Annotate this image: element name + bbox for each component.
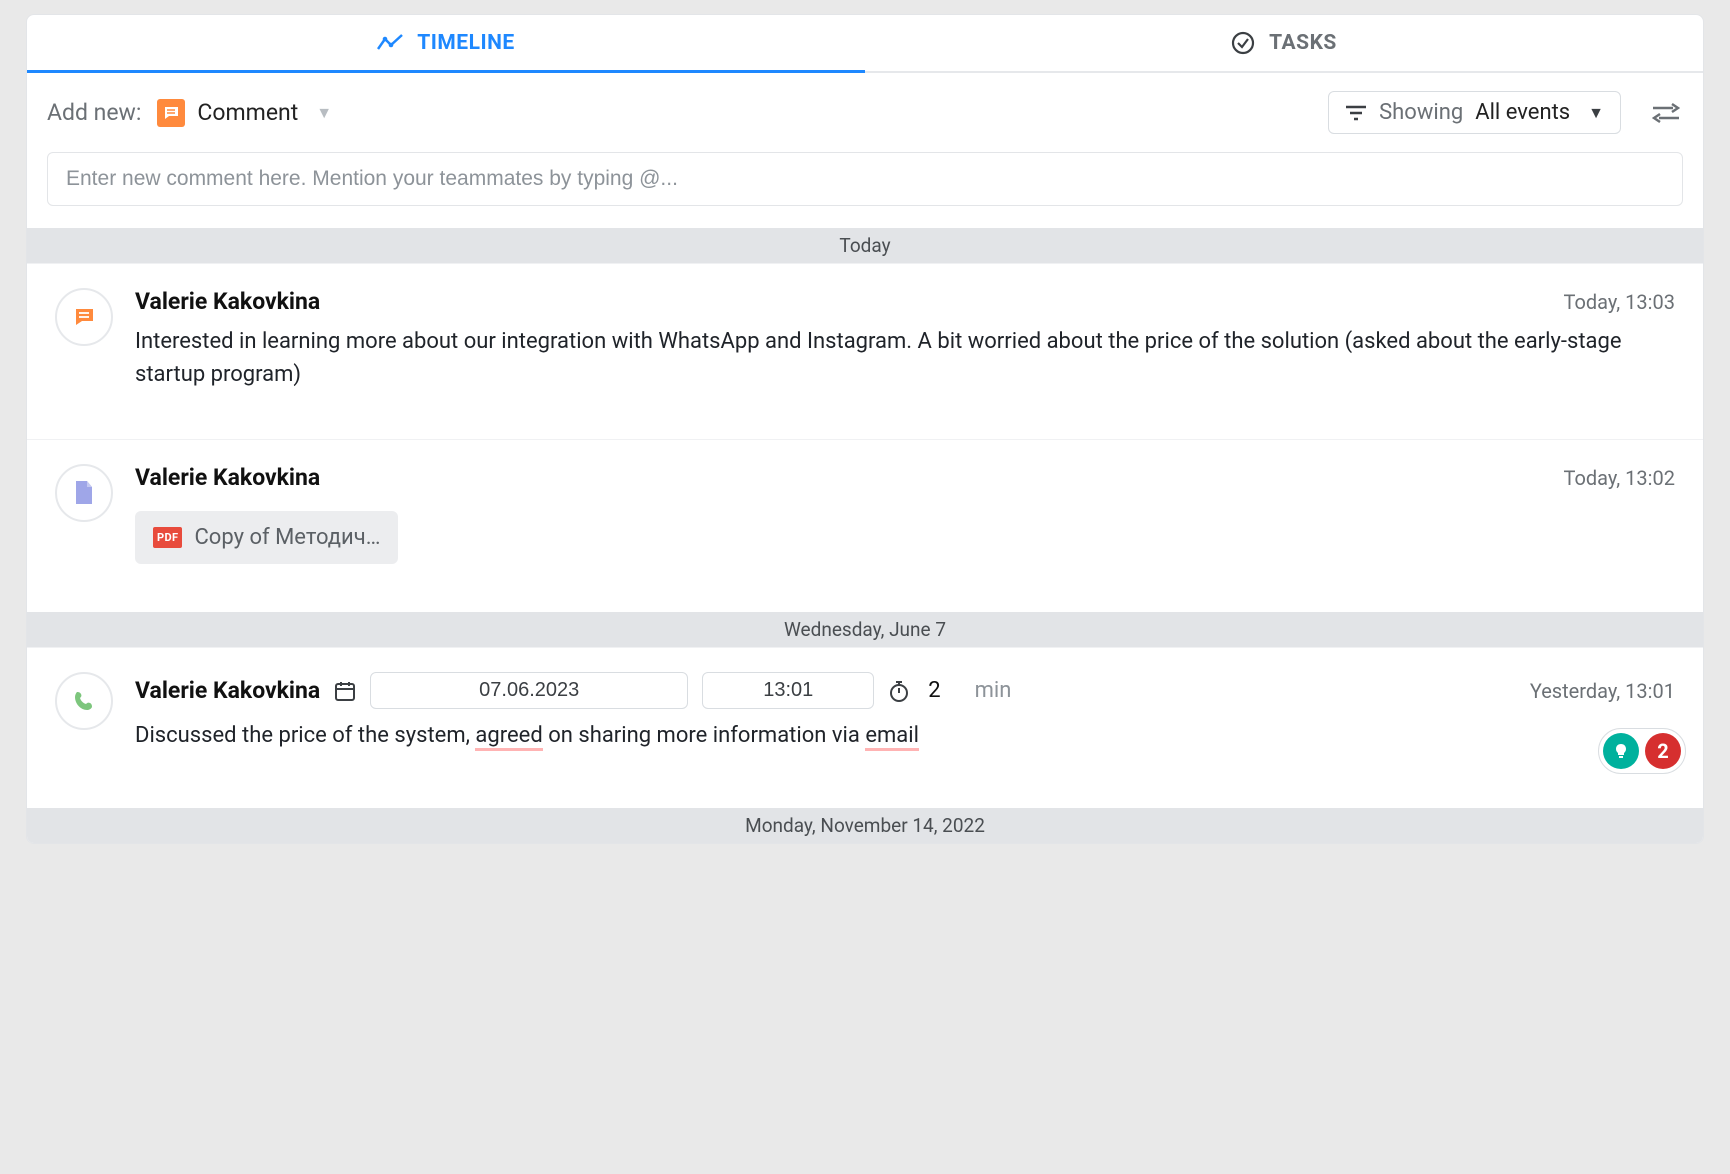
filter-icon <box>1345 104 1367 122</box>
new-comment-input[interactable] <box>47 152 1683 206</box>
add-new-label: Add new: <box>47 99 141 126</box>
hint-button[interactable] <box>1603 733 1639 769</box>
timeline-entry: Valerie Kakovkina 2 min Yesterday, 13:01… <box>27 647 1703 808</box>
entry-author: Valerie Kakovkina <box>135 464 320 491</box>
entry-timestamp: Today, 13:03 <box>1563 290 1675 314</box>
filter-showing-label: Showing <box>1379 100 1463 125</box>
entry-text: Discussed the price of the system, agree… <box>135 719 1675 752</box>
notification-count: 2 <box>1657 739 1668 763</box>
tab-tasks[interactable]: TASKS <box>865 15 1703 71</box>
date-divider-mon: Monday, November 14, 2022 <box>27 808 1703 843</box>
date-divider-today: Today <box>27 228 1703 263</box>
timeline-entry: Valerie Kakovkina Today, 13:02 PDF Copy … <box>27 439 1703 612</box>
attachment-chip[interactable]: PDF Copy of Методич… <box>135 511 398 564</box>
entry-timestamp: Yesterday, 13:01 <box>1530 679 1675 703</box>
entry-author: Valerie Kakovkina <box>135 288 320 315</box>
call-time-input[interactable] <box>702 672 874 709</box>
notification-count-button[interactable]: 2 <box>1645 733 1681 769</box>
call-duration-value: 2 <box>928 678 940 703</box>
tasks-icon <box>1231 31 1255 55</box>
entry-text: Interested in learning more about our in… <box>135 325 1675 391</box>
comment-icon <box>157 99 185 127</box>
entry-type-avatar <box>55 672 113 730</box>
call-duration-unit: min <box>975 678 1012 703</box>
chevron-down-icon: ▼ <box>316 103 332 123</box>
chevron-down-icon: ▼ <box>1588 103 1604 123</box>
calendar-icon <box>334 680 356 702</box>
tab-tasks-label: TASKS <box>1269 31 1337 55</box>
timeline-icon <box>377 34 403 52</box>
entry-type-avatar <box>55 464 113 522</box>
file-icon <box>74 480 94 506</box>
pdf-icon: PDF <box>153 527 182 548</box>
events-filter[interactable]: Showing All events ▼ <box>1328 91 1621 134</box>
entry-timestamp: Today, 13:02 <box>1563 466 1675 490</box>
call-date-input[interactable] <box>370 672 688 709</box>
add-new-row: Add new: Comment ▼ Showing All events ▼ <box>27 73 1703 138</box>
add-new-type-selector[interactable]: Comment ▼ <box>157 99 332 127</box>
settings-toggle-button[interactable] <box>1649 102 1683 124</box>
tab-timeline[interactable]: TIMELINE <box>27 15 865 71</box>
timeline-entry: Valerie Kakovkina Today, 13:03 Intereste… <box>27 263 1703 439</box>
filter-value: All events <box>1475 100 1570 125</box>
entry-type-avatar <box>55 288 113 346</box>
attachment-filename: Copy of Методич… <box>194 525 380 550</box>
add-new-type-label: Comment <box>197 99 298 126</box>
tabs: TIMELINE TASKS <box>27 15 1703 73</box>
phone-icon <box>72 689 96 713</box>
entry-author: Valerie Kakovkina <box>135 677 320 704</box>
floating-actions: 2 <box>1598 728 1686 774</box>
stopwatch-icon <box>888 679 910 703</box>
date-divider-wed: Wednesday, June 7 <box>27 612 1703 647</box>
tab-timeline-label: TIMELINE <box>417 31 515 55</box>
comment-icon <box>72 305 96 329</box>
